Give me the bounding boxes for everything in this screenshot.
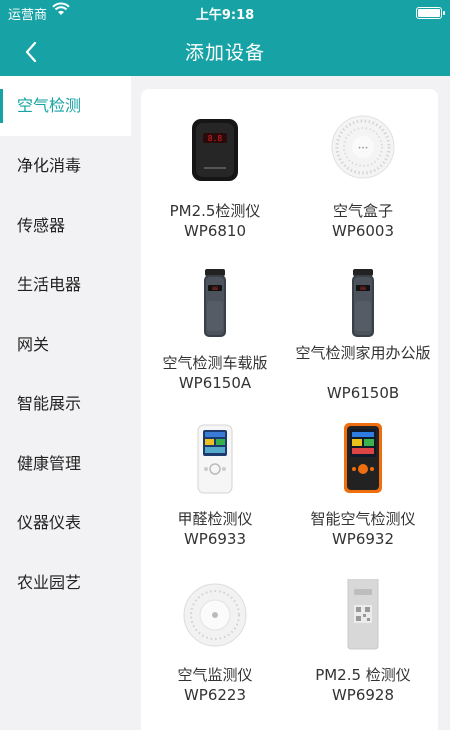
black-pm25-meter-icon: 8.8 xyxy=(192,119,238,181)
device-card[interactable]: 空气监测仪 WP6223 xyxy=(141,579,289,729)
white-air-box-icon: ••• xyxy=(331,115,395,179)
device-model: WP6223 xyxy=(183,686,247,704)
device-model: WP6150B xyxy=(326,384,400,402)
device-name: PM2.5 检测仪 xyxy=(315,666,411,684)
sidebar-item-gateway[interactable]: 网关 xyxy=(0,315,131,375)
nav-bar: 添加设备 xyxy=(0,26,450,76)
svg-text:88: 88 xyxy=(360,286,366,292)
car-air-detector-icon: 88 xyxy=(204,269,226,337)
formaldehyde-meter-icon xyxy=(197,424,233,494)
device-name: 智能空气检测仪 xyxy=(310,510,416,528)
round-air-monitor-icon xyxy=(183,583,247,647)
device-card[interactable]: 8.8 PM2.5检测仪 WP6810 xyxy=(141,111,289,261)
device-model: WP6810 xyxy=(183,222,247,240)
device-name: 空气盒子 xyxy=(332,202,393,220)
grey-pm25-meter-icon xyxy=(347,579,379,650)
device-card[interactable]: ••• 空气盒子 WP6003 xyxy=(289,111,437,261)
category-sidebar: 空气检测 净化消毒 传感器 生活电器 网关 智能展示 健康管理 仪器仪表 农业园… xyxy=(0,76,131,730)
device-name: PM2.5检测仪 xyxy=(169,202,261,220)
device-model: WP6150A xyxy=(178,374,252,392)
device-name: 空气检测家用办公版 xyxy=(295,344,431,362)
sidebar-item-instruments[interactable]: 仪器仪表 xyxy=(0,493,131,553)
device-grid: 8.8 PM2.5检测仪 WP6810 ••• 空气盒子 WP6003 88 空… xyxy=(141,89,438,730)
device-model: WP6003 xyxy=(331,222,395,240)
sidebar-item-health[interactable]: 健康管理 xyxy=(0,434,131,494)
device-card[interactable]: PM2.5 检测仪 WP6928 xyxy=(289,579,437,729)
sidebar-item-appliances[interactable]: 生活电器 xyxy=(0,255,131,315)
status-bar: 运营商 上午9:18 xyxy=(0,0,450,26)
sidebar-item-smart-display[interactable]: 智能展示 xyxy=(0,374,131,434)
smart-air-meter-icon xyxy=(344,423,382,493)
device-model: WP6932 xyxy=(331,530,395,548)
device-model: WP6933 xyxy=(183,530,247,548)
page-title: 添加设备 xyxy=(184,42,265,64)
battery-icon xyxy=(416,7,445,19)
svg-text:88: 88 xyxy=(212,286,218,292)
device-name: 甲醛检测仪 xyxy=(177,510,253,528)
svg-text:•••: ••• xyxy=(358,145,369,152)
device-name: 空气检测车载版 xyxy=(162,354,268,372)
device-name: 空气监测仪 xyxy=(177,666,253,684)
header: 运营商 上午9:18 添加设备 xyxy=(0,0,450,76)
sidebar-item-purification[interactable]: 净化消毒 xyxy=(0,136,131,196)
sidebar-item-agriculture[interactable]: 农业园艺 xyxy=(0,553,131,613)
device-card[interactable]: 88 空气检测车载版 WP6150A xyxy=(141,267,289,417)
sidebar-item-air-detection[interactable]: 空气检测 xyxy=(0,76,131,136)
clock: 上午9:18 xyxy=(195,8,255,23)
device-card[interactable]: 甲醛检测仪 WP6933 xyxy=(141,423,289,573)
sidebar-item-sensor[interactable]: 传感器 xyxy=(0,196,131,256)
device-card[interactable]: 88 空气检测家用办公版 WP6150B xyxy=(289,267,437,417)
svg-text:8.8: 8.8 xyxy=(208,134,223,143)
device-model: WP6928 xyxy=(331,686,395,704)
device-card[interactable]: 智能空气检测仪 WP6932 xyxy=(289,423,437,573)
